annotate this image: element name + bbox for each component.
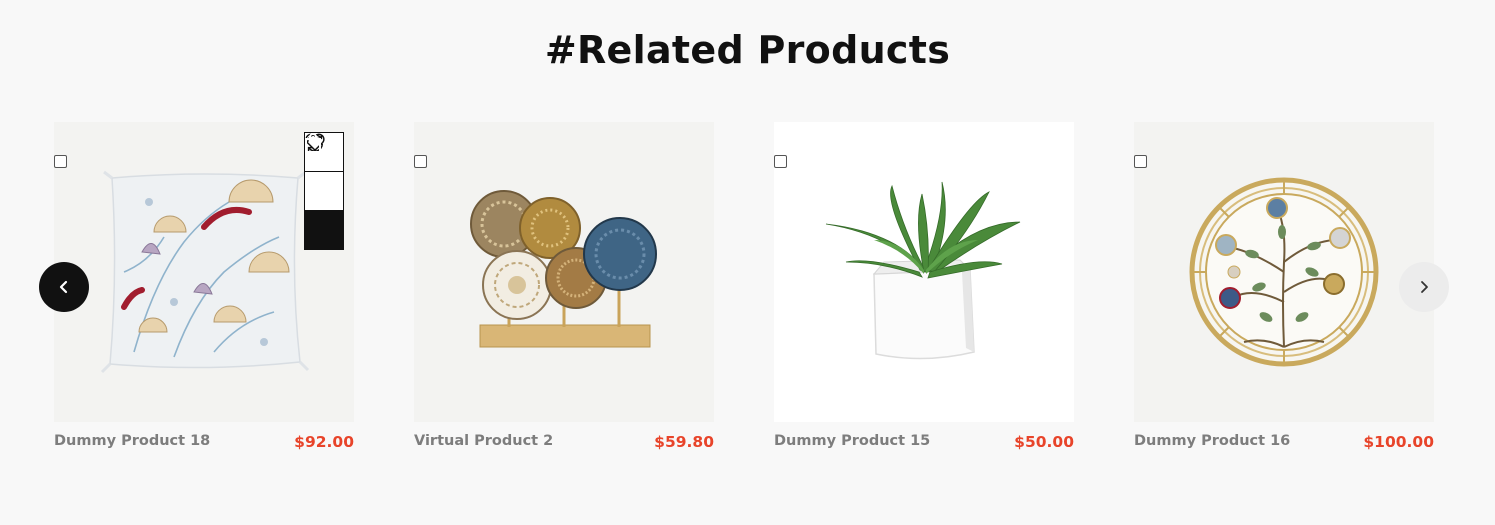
compare-checkbox[interactable] bbox=[1134, 155, 1147, 168]
product-card[interactable]: Dummy Product 16 $100.00 bbox=[1134, 122, 1434, 458]
chevron-right-icon bbox=[1421, 281, 1428, 293]
chevron-left-icon bbox=[59, 280, 68, 294]
product-name[interactable]: Dummy Product 15 bbox=[774, 433, 930, 449]
product-image[interactable] bbox=[54, 122, 354, 422]
compare-checkbox[interactable] bbox=[774, 155, 787, 168]
decorative-plates-stand-image bbox=[470, 190, 657, 348]
product-image[interactable] bbox=[414, 122, 714, 422]
shopping-bag-icon bbox=[305, 133, 321, 153]
product-card[interactable]: Dummy Product 18 $92.00 bbox=[54, 122, 354, 458]
add-to-cart-button[interactable] bbox=[304, 133, 344, 250]
potted-succulent-image bbox=[825, 181, 1021, 360]
product-card[interactable]: Virtual Product 2 $59.80 bbox=[414, 122, 714, 458]
product-price: $50.00 bbox=[1014, 433, 1074, 451]
related-products-section: #Related Products Dummy Product 18 $92.0… bbox=[0, 0, 1495, 525]
product-price: $59.80 bbox=[654, 433, 714, 451]
product-name[interactable]: Dummy Product 18 bbox=[54, 433, 210, 449]
product-price: $100.00 bbox=[1363, 433, 1434, 451]
product-card[interactable]: Dummy Product 15 $50.00 bbox=[774, 122, 1074, 458]
product-name[interactable]: Virtual Product 2 bbox=[414, 433, 553, 449]
product-actions bbox=[304, 132, 344, 250]
carousel-prev-button[interactable] bbox=[39, 262, 89, 312]
product-image[interactable] bbox=[1134, 122, 1434, 422]
compare-checkbox[interactable] bbox=[414, 155, 427, 168]
section-title: #Related Products bbox=[544, 28, 951, 72]
floral-wall-art-image bbox=[1189, 177, 1379, 367]
product-meta: Dummy Product 15 $50.00 bbox=[774, 432, 1074, 458]
product-price: $92.00 bbox=[294, 433, 354, 451]
product-image[interactable] bbox=[774, 122, 1074, 422]
product-meta: Dummy Product 18 $92.00 bbox=[54, 432, 354, 458]
product-name[interactable]: Dummy Product 16 bbox=[1134, 433, 1290, 449]
compare-button[interactable] bbox=[304, 134, 344, 211]
product-meta: Virtual Product 2 $59.80 bbox=[414, 432, 714, 458]
compare-checkbox[interactable] bbox=[54, 155, 67, 168]
carousel-next-button[interactable] bbox=[1399, 262, 1449, 312]
product-meta: Dummy Product 16 $100.00 bbox=[1134, 432, 1434, 458]
